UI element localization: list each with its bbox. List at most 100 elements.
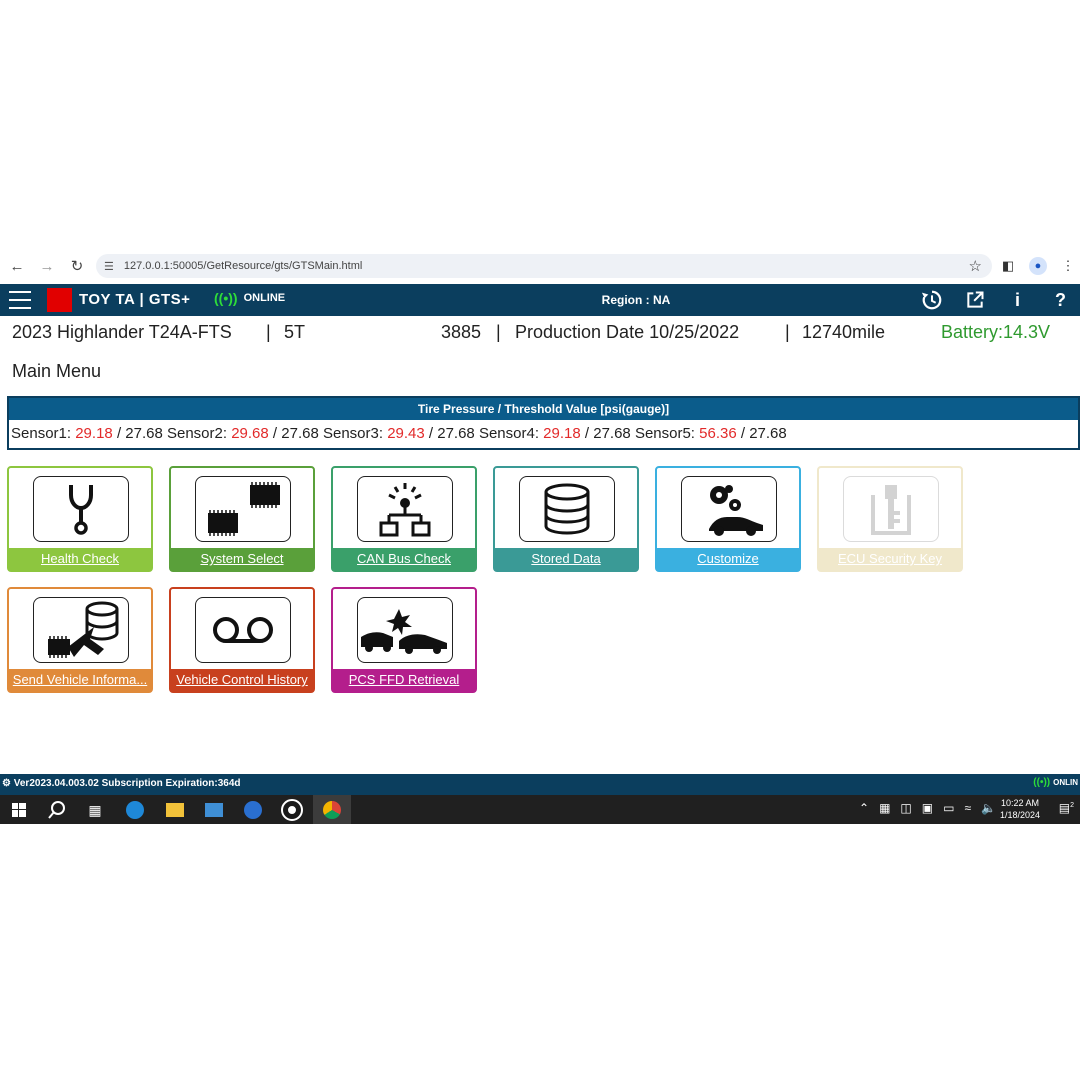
tire-pressure-panel: Tire Pressure / Threshold Value [psi(gau… [7, 396, 1080, 450]
production-date: Production Date 10/25/2022 [515, 322, 740, 342]
vehicle-model: 2023 Highlander T24A-FTS [12, 322, 232, 342]
sensor-value: 29.18 [75, 425, 113, 442]
help-icon[interactable]: ? [1045, 286, 1076, 314]
sensor-label: Sensor2: [166, 425, 228, 442]
version-text: Ver2023.04.003.02 Subscription Expiratio… [13, 778, 241, 789]
tile-customize[interactable]: Customize [655, 466, 801, 572]
version-info: ⚙ Ver2023.04.003.02 Subscription Expirat… [2, 778, 241, 789]
sensor-value: 29.18 [543, 425, 581, 442]
tile-vehicle-control-history[interactable]: Vehicle Control History [169, 587, 315, 693]
status-online: ((•)) ONLIN [1033, 777, 1078, 788]
file-explorer-icon[interactable] [164, 799, 186, 821]
chrome-icon[interactable] [321, 799, 343, 821]
tile-send-vehicle-information[interactable]: Send Vehicle Informa... [7, 587, 153, 693]
wifi-icon[interactable]: ≈ [964, 801, 971, 815]
clock-date: 1/18/2024 [999, 810, 1041, 820]
tile-health-check[interactable]: Health Check [7, 466, 153, 572]
task-view-icon[interactable]: ▦ [84, 799, 106, 821]
sensor-value: 29.43 [387, 425, 425, 442]
reload-icon[interactable]: ↻ [64, 253, 90, 279]
notification-count: 2 [1070, 802, 1074, 809]
status-online-label: ONLIN [1053, 778, 1078, 787]
browser-toolbar: ← → ↻ ☰ 127.0.0.1:50005/GetResource/gts/… [0, 248, 1080, 284]
vehicle-code: 3885 [441, 322, 482, 342]
clock[interactable]: 10:22 AM 1/18/2024 [990, 797, 1050, 821]
edge-browser-icon[interactable] [124, 799, 146, 821]
recorder-icon [195, 597, 291, 663]
ecu-chips-icon [195, 476, 291, 542]
tile-label[interactable]: CAN Bus Check [333, 548, 475, 570]
wireless-icon: ((•)) [1033, 777, 1051, 788]
sensor-threshold: / 27.68 [428, 425, 475, 442]
profile-icon[interactable]: ● [1026, 254, 1050, 278]
tile-label[interactable]: Stored Data [495, 548, 637, 570]
tile-label[interactable]: System Select [171, 548, 313, 570]
separator: | [266, 322, 271, 342]
sensor-label: Sensor4: [478, 425, 539, 442]
tile-label[interactable]: Vehicle Control History [171, 669, 313, 691]
tray-app-icon[interactable]: ▦ [879, 801, 890, 815]
gears-car-icon [681, 476, 777, 542]
separator: | [785, 322, 790, 342]
tile-label[interactable]: Send Vehicle Informa... [9, 669, 151, 691]
chevron-up-icon[interactable]: ⌃ [859, 801, 869, 815]
tile-label: ECU Security Key [819, 548, 961, 570]
sensor-threshold: / 27.68 [740, 425, 787, 442]
remote-app-icon[interactable] [281, 799, 303, 821]
app-circle-icon[interactable] [242, 799, 264, 821]
tile-ecu-security-key: ECU Security Key [817, 466, 963, 572]
stethoscope-icon [33, 476, 129, 542]
battery-icon[interactable]: ▭ [943, 801, 954, 815]
system-tray: ⌃ ▦ ◫ ▣ ▭ ≈ 🔈 [859, 801, 996, 815]
tile-stored-data[interactable]: Stored Data [493, 466, 639, 572]
sensor-threshold: / 27.68 [116, 425, 163, 442]
windows-taskbar: ▦ ⌃ ▦ ◫ ▣ ▭ ≈ 🔈 10:22 AM 1/18/2024 ▤2 [0, 795, 1080, 824]
bookmark-star-icon[interactable]: ☆ [969, 257, 982, 275]
back-icon[interactable]: ← [4, 253, 30, 279]
tile-system-select[interactable]: System Select [169, 466, 315, 572]
external-link-icon[interactable] [959, 286, 990, 314]
sensor-threshold: / 27.68 [584, 425, 631, 442]
vehicle-engine: 5T [284, 322, 306, 342]
sensor-label: Sensor5: [634, 425, 695, 442]
vehicle-info: 2023 Highlander T24A-FTS | 5T 3885 | Pro… [12, 320, 1068, 348]
screen: ← → ↻ ☰ 127.0.0.1:50005/GetResource/gts/… [0, 248, 1080, 824]
forward-icon[interactable]: → [34, 253, 60, 279]
address-bar[interactable]: ☰ 127.0.0.1:50005/GetResource/gts/GTSMai… [96, 254, 992, 278]
app-window-icon[interactable] [203, 799, 225, 821]
sensor-threshold: / 27.68 [272, 425, 319, 442]
tire-pressure-title: Tire Pressure / Threshold Value [psi(gau… [9, 398, 1078, 420]
can-network-icon [357, 476, 453, 542]
sensor-label: Sensor1: [11, 425, 72, 442]
search-icon[interactable] [46, 799, 68, 821]
history-icon[interactable] [916, 286, 947, 314]
tray-app-icon[interactable]: ◫ [900, 801, 911, 815]
side-panel-icon[interactable]: ◧ [996, 254, 1020, 278]
collision-icon [357, 597, 453, 663]
clock-time: 10:22 AM [1000, 798, 1040, 808]
sensor-value: 29.68 [231, 425, 269, 442]
sensor-label: Sensor3: [322, 425, 384, 442]
site-settings-icon[interactable]: ☰ [104, 260, 114, 273]
tile-label[interactable]: PCS FFD Retrieval [333, 669, 475, 691]
tile-label[interactable]: Health Check [9, 548, 151, 570]
app-status-bar: ⚙ Ver2023.04.003.02 Subscription Expirat… [0, 774, 1080, 795]
sensor-value: 56.36 [699, 425, 737, 442]
url-text: 127.0.0.1:50005/GetResource/gts/GTSMain.… [123, 260, 363, 272]
mileage: 12740mile [802, 322, 886, 342]
ecu-send-icon [33, 597, 129, 663]
browser-menu-icon[interactable]: ⋮ [1056, 254, 1080, 278]
notification-icon[interactable]: ▤2 [1059, 801, 1074, 815]
tile-pcs-ffd-retrieval[interactable]: PCS FFD Retrieval [331, 587, 477, 693]
windows-start-icon[interactable] [8, 799, 30, 821]
tile-label[interactable]: Customize [657, 548, 799, 570]
info-icon[interactable]: i [1002, 286, 1033, 314]
page-title: Main Menu [12, 361, 102, 381]
tray-app-icon[interactable]: ▣ [922, 801, 933, 815]
tire-sensor-values: Sensor1: 29.18 / 27.68 Sensor2: 29.68 / … [9, 420, 1078, 448]
battery-voltage: Battery:14.3V [941, 322, 1051, 342]
tile-can-bus-check[interactable]: CAN Bus Check [331, 466, 477, 572]
separator: | [496, 322, 501, 342]
database-icon [519, 476, 615, 542]
app-header: TOY TA | GTS+ ((•)) ONLINE Region : NA i… [0, 284, 1080, 316]
